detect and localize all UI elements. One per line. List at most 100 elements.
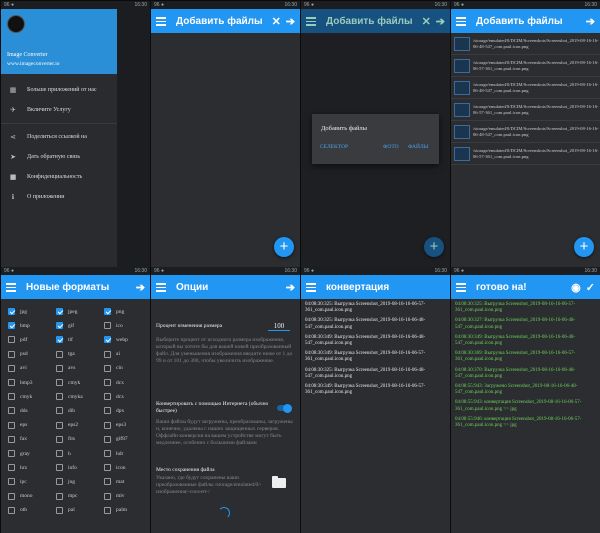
format-checkbox-item[interactable]: hrz bbox=[8, 464, 27, 472]
online-toggle[interactable] bbox=[277, 403, 292, 413]
format-checkbox-item[interactable]: palm bbox=[104, 506, 127, 514]
format-checkbox-item[interactable]: gif87 bbox=[104, 435, 128, 443]
check-icon[interactable]: ✓ bbox=[586, 281, 595, 294]
list-item[interactable]: /storage/emulated/0/DCIM/Screenshots/Scr… bbox=[451, 99, 600, 121]
format-checkbox-item[interactable]: mono bbox=[8, 492, 33, 500]
selector-button[interactable]: СЕЛЕКТОР bbox=[320, 144, 348, 150]
checkbox-unchecked-icon[interactable] bbox=[56, 379, 63, 386]
checkbox-unchecked-icon[interactable] bbox=[8, 450, 15, 457]
checkbox-unchecked-icon[interactable] bbox=[104, 435, 111, 443]
checkbox-unchecked-icon[interactable] bbox=[56, 393, 63, 401]
checkbox-unchecked-icon[interactable] bbox=[104, 450, 111, 457]
add-fab[interactable]: + bbox=[574, 237, 594, 257]
checkbox-checked-icon[interactable] bbox=[104, 308, 111, 315]
format-checkbox-item[interactable]: dib bbox=[56, 407, 75, 415]
drawer-item-privacy[interactable]: ■ Конфиденциальность bbox=[1, 167, 117, 187]
menu-icon[interactable] bbox=[6, 283, 16, 292]
format-checkbox-item[interactable]: ai bbox=[104, 350, 120, 358]
format-checkbox-item[interactable]: avs bbox=[56, 364, 75, 372]
checkbox-unchecked-icon[interactable] bbox=[8, 506, 15, 514]
add-fab[interactable]: + bbox=[424, 237, 444, 257]
format-checkbox-item[interactable]: dcx bbox=[104, 393, 124, 401]
checkbox-unchecked-icon[interactable] bbox=[56, 464, 63, 472]
checkbox-unchecked-icon[interactable] bbox=[104, 478, 111, 486]
checkbox-unchecked-icon[interactable] bbox=[8, 364, 15, 372]
checkbox-unchecked-icon[interactable] bbox=[8, 379, 15, 386]
list-item[interactable]: /storage/emulated/0/DCIM/Screenshots/Scr… bbox=[451, 55, 600, 77]
photo-button[interactable]: ФОТО bbox=[383, 144, 399, 150]
checkbox-unchecked-icon[interactable] bbox=[8, 464, 15, 472]
checkbox-unchecked-icon[interactable] bbox=[104, 350, 111, 358]
format-checkbox-item[interactable]: ipc bbox=[8, 478, 27, 486]
format-checkbox-item[interactable]: gif bbox=[56, 322, 74, 330]
format-checkbox-item[interactable]: cmyk bbox=[8, 393, 32, 401]
checkbox-checked-icon[interactable] bbox=[8, 322, 15, 330]
menu-icon[interactable] bbox=[456, 17, 466, 26]
menu-icon[interactable] bbox=[456, 283, 466, 292]
checkbox-unchecked-icon[interactable] bbox=[56, 364, 63, 372]
format-checkbox-item[interactable]: png bbox=[104, 308, 124, 315]
checkbox-unchecked-icon[interactable] bbox=[8, 435, 15, 443]
format-checkbox-item[interactable]: jpg bbox=[8, 308, 27, 315]
arrow-right-icon[interactable]: ➔ bbox=[136, 281, 145, 294]
arrow-right-icon[interactable]: ➔ bbox=[286, 15, 295, 28]
checkbox-unchecked-icon[interactable] bbox=[104, 492, 111, 500]
drawer-item-service[interactable]: ✈ Вкличите Услугу bbox=[1, 100, 117, 120]
close-icon[interactable]: ✕ bbox=[272, 15, 281, 28]
format-checkbox-item[interactable]: icon bbox=[104, 464, 125, 472]
format-checkbox-item[interactable]: eps bbox=[8, 421, 27, 429]
checkbox-unchecked-icon[interactable] bbox=[104, 421, 111, 429]
checkbox-unchecked-icon[interactable] bbox=[104, 364, 111, 372]
format-checkbox-item[interactable]: gray bbox=[8, 450, 30, 457]
format-checkbox-item[interactable]: miv bbox=[104, 492, 125, 500]
list-item[interactable]: /storage/emulated/0/DCIM/Screenshots/Scr… bbox=[451, 143, 600, 165]
format-checkbox-item[interactable]: jng bbox=[56, 478, 75, 486]
folder-icon[interactable] bbox=[272, 476, 286, 488]
format-checkbox-item[interactable]: info bbox=[56, 464, 77, 472]
format-checkbox-item[interactable]: bmp3 bbox=[8, 379, 33, 386]
menu-icon[interactable] bbox=[306, 283, 316, 292]
checkbox-checked-icon[interactable] bbox=[56, 336, 63, 344]
format-checkbox-item[interactable]: jpeg bbox=[56, 308, 77, 315]
checkbox-unchecked-icon[interactable] bbox=[8, 393, 15, 401]
format-checkbox-item[interactable]: tga bbox=[56, 350, 75, 358]
checkbox-unchecked-icon[interactable] bbox=[56, 492, 63, 500]
format-checkbox-item[interactable]: cmyka bbox=[56, 393, 83, 401]
format-checkbox-item[interactable]: cin bbox=[104, 364, 123, 372]
drawer-item-about[interactable]: ℹ О приложении bbox=[1, 187, 117, 207]
checkbox-unchecked-icon[interactable] bbox=[104, 407, 111, 415]
format-checkbox-item[interactable]: h bbox=[56, 450, 71, 457]
format-checkbox-item[interactable]: cmyk bbox=[56, 379, 80, 386]
menu-icon[interactable] bbox=[156, 17, 166, 26]
list-item[interactable]: /storage/emulated/0/DCIM/Screenshots/Scr… bbox=[451, 33, 600, 55]
format-checkbox-item[interactable]: fax bbox=[8, 435, 27, 443]
checkbox-checked-icon[interactable] bbox=[56, 308, 63, 315]
drawer-item-share[interactable]: ⋖ Поделиться ссылкой на bbox=[1, 127, 117, 147]
add-fab[interactable]: + bbox=[274, 237, 294, 257]
checkbox-unchecked-icon[interactable] bbox=[104, 379, 111, 386]
checkbox-checked-icon[interactable] bbox=[8, 308, 15, 315]
format-checkbox-item[interactable]: otb bbox=[8, 506, 27, 514]
checkbox-unchecked-icon[interactable] bbox=[8, 336, 15, 344]
format-checkbox-item[interactable]: pal bbox=[56, 506, 75, 514]
format-checkbox-item[interactable]: hdr bbox=[104, 450, 123, 457]
checkbox-unchecked-icon[interactable] bbox=[8, 350, 15, 358]
arrow-right-icon[interactable]: ➔ bbox=[586, 15, 595, 28]
checkbox-unchecked-icon[interactable] bbox=[56, 478, 63, 486]
checkbox-unchecked-icon[interactable] bbox=[56, 506, 63, 514]
format-checkbox-item[interactable]: dds bbox=[8, 407, 28, 415]
format-checkbox-item[interactable]: ico bbox=[104, 322, 123, 330]
format-checkbox-item[interactable]: eps2 bbox=[56, 421, 78, 429]
checkbox-unchecked-icon[interactable] bbox=[56, 435, 63, 443]
format-checkbox-item[interactable]: dpx bbox=[104, 407, 124, 415]
checkbox-unchecked-icon[interactable] bbox=[104, 322, 111, 330]
checkbox-checked-icon[interactable] bbox=[56, 322, 63, 330]
format-checkbox-item[interactable]: psd bbox=[8, 350, 28, 358]
format-checkbox-item[interactable]: eps3 bbox=[104, 421, 126, 429]
format-checkbox-item[interactable]: tif bbox=[56, 336, 73, 344]
checkbox-unchecked-icon[interactable] bbox=[104, 464, 111, 472]
checkbox-unchecked-icon[interactable] bbox=[104, 393, 111, 401]
checkbox-unchecked-icon[interactable] bbox=[8, 478, 15, 486]
format-checkbox-item[interactable]: webp bbox=[104, 336, 128, 344]
list-item[interactable]: /storage/emulated/0/DCIM/Screenshots/Scr… bbox=[451, 121, 600, 143]
